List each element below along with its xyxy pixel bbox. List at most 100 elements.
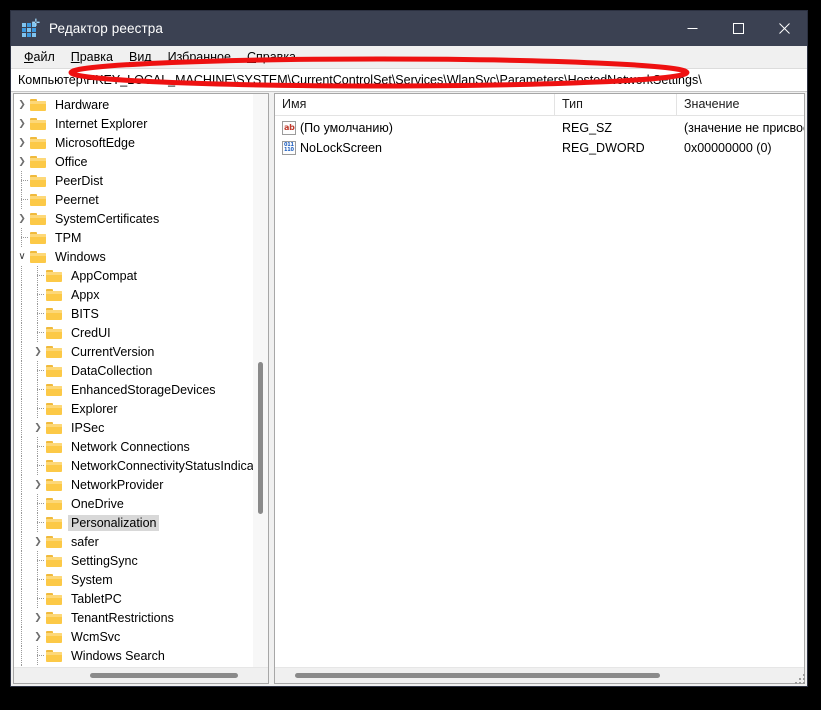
tree-vertical-scrollbar[interactable] xyxy=(253,94,268,667)
tree-horizontal-scroll-thumb[interactable] xyxy=(90,673,238,678)
tree-item-label: Hardware xyxy=(55,97,110,112)
tree-connector-line xyxy=(30,399,46,418)
chevron-right-icon[interactable]: ❯ xyxy=(30,608,46,627)
tree-connector-line xyxy=(30,266,46,285)
chevron-right-icon[interactable]: ❯ xyxy=(14,152,30,171)
folder-icon xyxy=(30,174,47,188)
tree-item-currentversion[interactable]: ❯ CurrentVersion xyxy=(14,342,253,361)
tree-item-peernet[interactable]: Peernet xyxy=(14,190,253,209)
tree-item-peerdist[interactable]: PeerDist xyxy=(14,171,253,190)
folder-icon xyxy=(46,326,63,340)
table-row[interactable]: 011 110 NoLockScreen REG_DWORD 0x00000000 (0… xyxy=(275,138,804,158)
tree-item-label: safer xyxy=(71,534,99,549)
column-header-type[interactable]: Тип xyxy=(555,94,677,115)
tree-item-office[interactable]: ❯ Office xyxy=(14,152,253,171)
tree-item-label: EnhancedStorageDevices xyxy=(71,382,216,397)
tree-item-appx[interactable]: Appx xyxy=(14,285,253,304)
chevron-right-icon[interactable]: ❯ xyxy=(30,532,46,551)
menu-file-accel: Ф xyxy=(24,50,34,64)
close-button[interactable] xyxy=(761,11,807,46)
folder-icon xyxy=(46,421,63,435)
tree-item-settingsync[interactable]: SettingSync xyxy=(14,551,253,570)
menu-help[interactable]: Справка xyxy=(240,47,305,67)
tree-indent-guide xyxy=(14,266,30,285)
tree-connector-line xyxy=(30,513,46,532)
tree-item-label: TenantRestrictions xyxy=(71,610,174,625)
tree-horizontal-scrollbar[interactable] xyxy=(14,667,268,683)
tree-item-tabletpc[interactable]: TabletPC xyxy=(14,589,253,608)
chevron-right-icon[interactable]: ❯ xyxy=(30,418,46,437)
folder-icon xyxy=(46,611,63,625)
tree-item-tpm[interactable]: TPM xyxy=(14,228,253,247)
registry-values-pane: Имя Тип Значение ab (По умолчанию) REG_SZ (… xyxy=(274,93,805,684)
tree-item-networkprovider[interactable]: ❯ NetworkProvider xyxy=(14,475,253,494)
chevron-right-icon[interactable]: ❯ xyxy=(30,627,46,646)
tree-item-appcompat[interactable]: AppCompat xyxy=(14,266,253,285)
tree-item-personalization[interactable]: Personalization xyxy=(14,513,253,532)
tree-item-safer[interactable]: ❯ safer xyxy=(14,532,253,551)
tree-indent-guide xyxy=(14,494,30,513)
menu-help-rest: правка xyxy=(256,50,297,64)
resize-grip[interactable] xyxy=(793,672,805,684)
chevron-down-icon[interactable]: ∨ xyxy=(14,247,30,266)
chevron-right-icon[interactable]: ❯ xyxy=(14,209,30,228)
minimize-button[interactable] xyxy=(669,11,715,46)
tree-item-internet-explorer[interactable]: ❯ Internet Explorer xyxy=(14,114,253,133)
tree-item-onedrive[interactable]: OneDrive xyxy=(14,494,253,513)
tree-item-systemcertificates[interactable]: ❯ SystemCertificates xyxy=(14,209,253,228)
menu-edit-accel: П xyxy=(70,50,80,64)
tree-item-credui[interactable]: CredUI xyxy=(14,323,253,342)
registry-tree[interactable]: ❯ Hardware ❯ Internet Explorer ❯ MicrosoftEdg… xyxy=(14,94,253,667)
column-header-name[interactable]: Имя xyxy=(275,94,555,115)
tree-item-ipsec[interactable]: ❯ IPSec xyxy=(14,418,253,437)
chevron-right-icon[interactable]: ❯ xyxy=(14,114,30,133)
table-row[interactable]: ab (По умолчанию) REG_SZ (значение не присв… xyxy=(275,118,804,138)
folder-icon xyxy=(46,497,63,511)
tree-item-tenantrestrictions[interactable]: ❯ TenantRestrictions xyxy=(14,608,253,627)
menu-file[interactable]: Файл xyxy=(17,47,64,67)
menu-view[interactable]: Вид xyxy=(122,47,161,67)
tree-item-wcmsvc[interactable]: ❯ WcmSvc xyxy=(14,627,253,646)
dword-value-icon: 011 110 xyxy=(282,141,296,155)
values-list[interactable]: ab (По умолчанию) REG_SZ (значение не присв… xyxy=(275,116,804,667)
screenshot-root: ✛ Редактор реестра Файл Правка Вид Избра… xyxy=(0,0,821,710)
tree-item-datacollection[interactable]: DataCollection xyxy=(14,361,253,380)
menu-help-accel: С xyxy=(246,50,256,64)
menu-favorites-rest: збранное xyxy=(176,50,231,64)
tree-item-label: NetworkProvider xyxy=(71,477,164,492)
chevron-right-icon[interactable]: ❯ xyxy=(14,95,30,114)
tree-indent-guide xyxy=(14,380,30,399)
folder-icon xyxy=(46,630,63,644)
tree-item-label: SystemCertificates xyxy=(55,211,160,226)
tree-item-microsoftedge[interactable]: ❯ MicrosoftEdge xyxy=(14,133,253,152)
tree-item-windows-search[interactable]: Windows Search xyxy=(14,646,253,665)
value-type-cell: REG_SZ xyxy=(562,120,613,135)
column-header-value[interactable]: Значение xyxy=(677,94,804,115)
tree-item-label: Appx xyxy=(71,287,100,302)
tree-vertical-scroll-thumb[interactable] xyxy=(258,362,263,514)
tree-item-networkconnectivitystatusindicator[interactable]: NetworkConnectivityStatusIndicator xyxy=(14,456,253,475)
tree-item-system[interactable]: System xyxy=(14,570,253,589)
menu-edit[interactable]: Правка xyxy=(64,47,122,67)
values-horizontal-scrollbar[interactable] xyxy=(275,667,804,683)
maximize-button[interactable] xyxy=(715,11,761,46)
values-horizontal-scroll-thumb[interactable] xyxy=(295,673,660,678)
tree-item-network-connections[interactable]: Network Connections xyxy=(14,437,253,456)
value-name-cell: 011 110 NoLockScreen xyxy=(275,140,555,157)
tree-item-windows[interactable]: ∨ Windows xyxy=(14,247,253,266)
tree-item-label: SettingSync xyxy=(71,553,138,568)
tree-connector-line xyxy=(30,304,46,323)
tree-connector-line xyxy=(30,285,46,304)
menu-favorites[interactable]: Избранное xyxy=(161,47,240,67)
chevron-right-icon[interactable]: ❯ xyxy=(30,342,46,361)
menu-edit-rest: равка xyxy=(79,50,113,64)
tree-connector-line xyxy=(30,646,46,665)
tree-item-enhancedstoragedevices[interactable]: EnhancedStorageDevices xyxy=(14,380,253,399)
address-bar[interactable]: Компьютер\HKEY_LOCAL_MACHINE\SYSTEM\Curr… xyxy=(11,68,807,92)
tree-item-bits[interactable]: BITS xyxy=(14,304,253,323)
tree-item-explorer[interactable]: Explorer xyxy=(14,399,253,418)
tree-item-hardware[interactable]: ❯ Hardware xyxy=(14,95,253,114)
chevron-right-icon[interactable]: ❯ xyxy=(30,475,46,494)
value-name-text: (По умолчанию) xyxy=(300,120,393,135)
chevron-right-icon[interactable]: ❯ xyxy=(14,133,30,152)
